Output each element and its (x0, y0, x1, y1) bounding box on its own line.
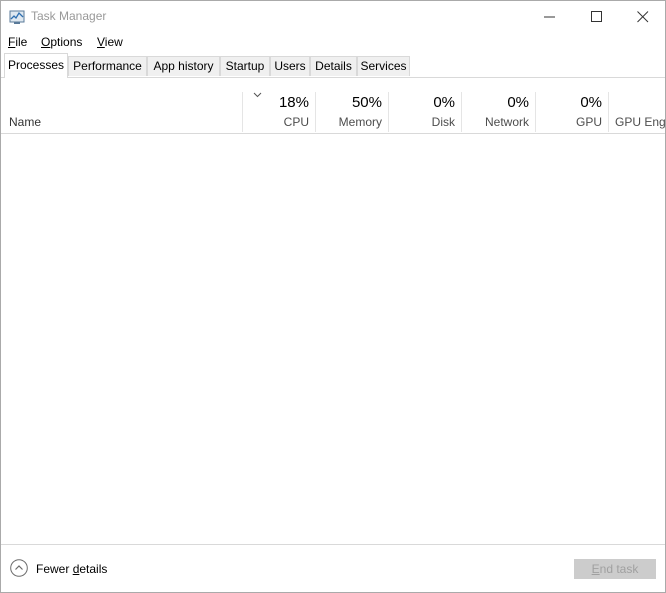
column-network[interactable]: 0% Network (461, 92, 535, 132)
maximize-icon (591, 11, 602, 22)
tab-details[interactable]: Details (310, 56, 357, 76)
column-gpu-engine[interactable]: GPU Engine (608, 92, 666, 132)
menu-view[interactable]: View (97, 35, 123, 49)
chevron-up-circle-icon[interactable] (10, 559, 28, 577)
tab-app-history[interactable]: App history (147, 56, 220, 76)
minimize-button[interactable] (527, 1, 573, 32)
fewer-details-prefix: Fewer (36, 562, 73, 576)
tab-users[interactable]: Users (270, 56, 310, 76)
fewer-details-rest: etails (79, 562, 108, 576)
menu-file-rest: ile (15, 35, 28, 49)
gpu-percent: 0% (580, 94, 602, 111)
task-manager-window: Task Manager File Options View Processes… (0, 0, 666, 593)
network-percent: 0% (507, 94, 529, 111)
close-button[interactable] (620, 1, 665, 32)
menu-view-rest: iew (104, 35, 123, 49)
tab-strip: Processes Performance App history Startu… (1, 53, 665, 78)
end-task-rest: nd task (599, 562, 639, 576)
column-disk[interactable]: 0% Disk (388, 92, 461, 132)
memory-label: Memory (338, 115, 382, 129)
end-task-accel: E (591, 562, 600, 576)
menu-options-rest: ptions (50, 35, 83, 49)
column-name-header[interactable]: Name (9, 115, 41, 129)
menu-file[interactable]: File (8, 35, 27, 49)
fewer-details-link[interactable]: Fewer details (36, 562, 107, 576)
column-cpu[interactable]: 18% CPU (242, 92, 315, 132)
tab-startup[interactable]: Startup (220, 56, 270, 76)
tab-services[interactable]: Services (357, 56, 410, 76)
gpu-label: GPU (575, 115, 602, 129)
close-icon (637, 11, 649, 23)
end-task-button[interactable]: End task (574, 559, 656, 579)
disk-label: Disk (431, 115, 455, 129)
network-label: Network (484, 115, 529, 129)
footer-bar: Fewer details End task (1, 544, 665, 592)
cpu-percent: 18% (278, 94, 309, 111)
column-memory[interactable]: 50% Memory (315, 92, 388, 132)
minimize-icon (544, 16, 555, 18)
title-bar: Task Manager (1, 1, 665, 32)
disk-percent: 0% (433, 94, 455, 111)
tab-performance[interactable]: Performance (68, 56, 147, 76)
gpu-engine-label: GPU Engine (615, 115, 666, 129)
task-manager-icon (9, 9, 25, 25)
sort-descending-icon (253, 92, 262, 98)
memory-percent: 50% (351, 94, 382, 111)
menu-options-accel: O (41, 35, 51, 49)
menu-view-accel: V (97, 35, 105, 49)
window-title: Task Manager (31, 9, 107, 23)
column-gpu[interactable]: 0% GPU (535, 92, 608, 132)
maximize-button[interactable] (574, 1, 620, 32)
menu-options[interactable]: Options (41, 35, 82, 49)
cpu-label: CPU (283, 115, 309, 129)
process-list[interactable] (1, 134, 665, 544)
column-header-row: Name 18% CPU 50% Memory 0% Disk 0% Netwo… (1, 78, 665, 134)
tab-processes[interactable]: Processes (4, 53, 68, 78)
